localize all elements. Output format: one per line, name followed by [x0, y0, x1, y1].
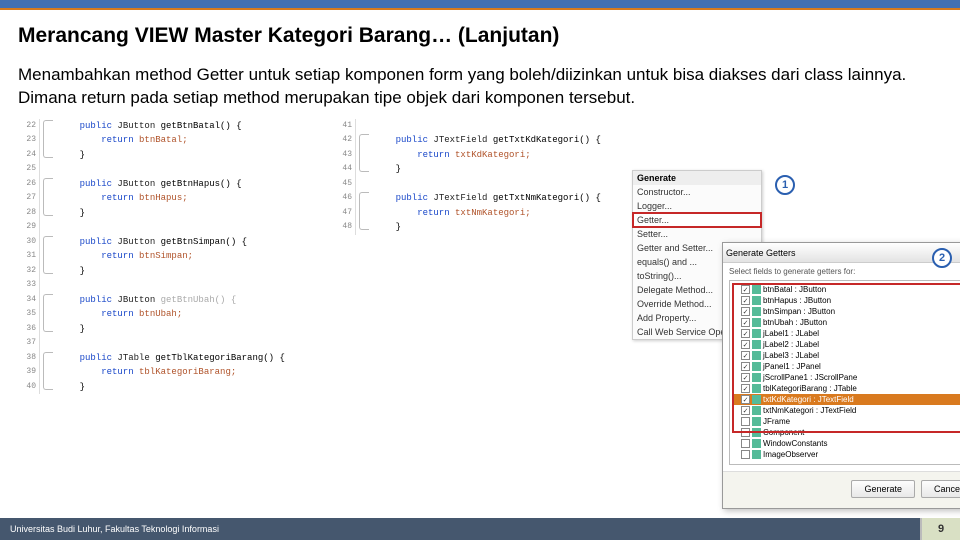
checkbox-icon[interactable]: [741, 417, 750, 426]
checkbox-icon[interactable]: ✓: [741, 406, 750, 415]
field-icon: [752, 417, 761, 426]
tree-row[interactable]: ✓ btnSimpan : JButton: [733, 306, 960, 317]
dialog-title: Generate Getters: [726, 248, 796, 258]
tree-label: txtKdKategori : JTextField: [763, 395, 854, 404]
field-icon: [752, 395, 761, 404]
field-icon: [752, 362, 761, 371]
tree-row[interactable]: ✓ btnBatal : JButton: [733, 284, 960, 295]
tree-label: WindowConstants: [763, 439, 827, 448]
dialog-titlebar: Generate Getters ×: [723, 243, 960, 263]
generate-getters-dialog: Generate Getters × Select fields to gene…: [722, 242, 960, 509]
tree-row[interactable]: ✓ btnHapus : JButton: [733, 295, 960, 306]
slide-footer: Universitas Budi Luhur, Fakultas Teknolo…: [0, 518, 960, 540]
checkbox-icon[interactable]: ✓: [741, 329, 750, 338]
tree-row[interactable]: ✓ jLabel1 : JLabel: [733, 328, 960, 339]
tree-label: jLabel3 : JLabel: [763, 351, 819, 360]
field-icon: [752, 373, 761, 382]
field-icon: [752, 329, 761, 338]
tree-row[interactable]: Component: [733, 427, 960, 438]
checkbox-icon[interactable]: ✓: [741, 373, 750, 382]
checkbox-icon[interactable]: ✓: [741, 296, 750, 305]
tree-label: jPanel1 : JPanel: [763, 362, 821, 371]
tree-row[interactable]: ✓ jLabel2 : JLabel: [733, 339, 960, 350]
tree-label: tblKategoriBarang : JTable: [763, 384, 857, 393]
tree-label: btnHapus : JButton: [763, 296, 831, 305]
field-icon: [752, 428, 761, 437]
footer-text: Universitas Budi Luhur, Fakultas Teknolo…: [10, 524, 219, 534]
callout-1: 1: [775, 175, 795, 195]
checkbox-icon[interactable]: ✓: [741, 318, 750, 327]
fields-tree[interactable]: ✓ btnBatal : JButton ✓ btnHapus : JButton ✓ b…: [729, 280, 960, 465]
field-icon: [752, 340, 761, 349]
tree-label: btnSimpan : JButton: [763, 307, 835, 316]
generate-menu-title: Generate: [633, 171, 761, 185]
tree-row[interactable]: ✓ tblKategoriBarang : JTable: [733, 383, 960, 394]
tree-row[interactable]: ✓ txtNmKategori : JTextField: [733, 405, 960, 416]
field-icon: [752, 384, 761, 393]
checkbox-icon[interactable]: [741, 428, 750, 437]
tree-label: jScrollPane1 : JScrollPane: [763, 373, 857, 382]
tree-row[interactable]: ✓ txtKdKategori : JTextField: [733, 394, 960, 405]
generate-menu-item[interactable]: Getter...: [633, 213, 761, 227]
checkbox-icon[interactable]: ✓: [741, 285, 750, 294]
checkbox-icon[interactable]: ✓: [741, 351, 750, 360]
generate-button[interactable]: Generate: [851, 480, 915, 498]
checkbox-icon[interactable]: ✓: [741, 362, 750, 371]
field-icon: [752, 285, 761, 294]
tree-label: ImageObserver: [763, 450, 818, 459]
slide-title: Merancang VIEW Master Kategori Barang… (…: [18, 24, 942, 48]
field-icon: [752, 439, 761, 448]
checkbox-icon[interactable]: ✓: [741, 384, 750, 393]
field-icon: [752, 296, 761, 305]
tree-label: jLabel2 : JLabel: [763, 340, 819, 349]
field-icon: [752, 450, 761, 459]
callout-2: 2: [932, 248, 952, 268]
tree-row[interactable]: ✓ btnUbah : JButton: [733, 317, 960, 328]
tree-label: btnBatal : JButton: [763, 285, 826, 294]
slide-description: Menambahkan method Getter untuk setiap k…: [18, 64, 942, 110]
tree-row[interactable]: ✓ jScrollPane1 : JScrollPane: [733, 372, 960, 383]
checkbox-icon[interactable]: ✓: [741, 340, 750, 349]
field-icon: [752, 406, 761, 415]
tree-label: Component: [763, 428, 804, 437]
field-icon: [752, 307, 761, 316]
tree-label: JFrame: [763, 417, 790, 426]
tree-row[interactable]: ✓ jLabel3 : JLabel: [733, 350, 960, 361]
tree-label: txtNmKategori : JTextField: [763, 406, 856, 415]
checkbox-icon[interactable]: [741, 439, 750, 448]
generate-menu-item[interactable]: Setter...: [633, 227, 761, 241]
field-icon: [752, 351, 761, 360]
tree-label: jLabel1 : JLabel: [763, 329, 819, 338]
code-block-1: 22 public JButton getBtnBatal() {23 retu…: [18, 116, 328, 398]
page-number: 9: [920, 518, 960, 540]
tree-label: btnUbah : JButton: [763, 318, 827, 327]
generate-menu-item[interactable]: Constructor...: [633, 185, 761, 199]
checkbox-icon[interactable]: ✓: [741, 307, 750, 316]
tree-row[interactable]: ✓ jPanel1 : JPanel: [733, 361, 960, 372]
tree-row[interactable]: JFrame: [733, 416, 960, 427]
code-block-2: 4142 public JTextField getTxtKdKategori(…: [334, 116, 614, 398]
checkbox-icon[interactable]: [741, 450, 750, 459]
field-icon: [752, 318, 761, 327]
tree-row[interactable]: ImageObserver: [733, 449, 960, 460]
cancel-button[interactable]: Cancel: [921, 480, 960, 498]
checkbox-icon[interactable]: ✓: [741, 395, 750, 404]
generate-menu-item[interactable]: Logger...: [633, 199, 761, 213]
dialog-label: Select fields to generate getters for:: [723, 263, 960, 280]
slide-top-accent: [0, 0, 960, 10]
tree-row[interactable]: WindowConstants: [733, 438, 960, 449]
